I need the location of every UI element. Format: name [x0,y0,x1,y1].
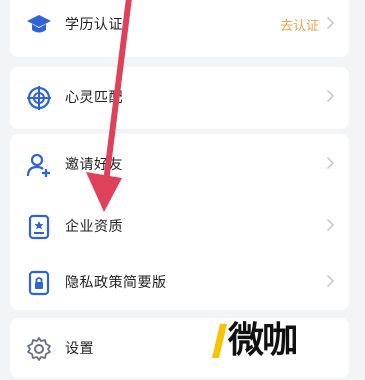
gear-icon [25,335,53,363]
menu-item-label: 设置 [65,341,94,357]
menu-item-label: 隐私政策简要版 [65,275,167,291]
menu-item-soul-match[interactable]: 心灵匹配 [10,67,349,129]
lock-doc-icon [25,269,53,297]
menu-item-label: 心灵匹配 [65,90,123,106]
menu-item-label: 企业资质 [65,219,123,235]
watermark-logo: 微咖 [210,318,330,364]
certificate-icon [25,213,53,241]
card-soul-match: 心灵匹配 [10,67,349,129]
menu-item-education[interactable]: 学历认证 去认证 [10,0,349,56]
menu-item-enterprise[interactable]: 企业资质 [10,196,349,258]
chevron-right-icon [326,218,335,232]
verify-link[interactable]: 去认证 [280,15,319,34]
card-education: 学历认证 去认证 [10,0,349,57]
chevron-right-icon [326,274,335,288]
menu-item-privacy[interactable]: 隐私政策简要版 [10,252,349,314]
chevron-right-icon [326,89,335,103]
graduation-cap-icon [25,11,53,39]
menu-item-label: 学历认证 [65,17,123,33]
chevron-right-icon [326,156,335,170]
user-plus-icon [25,151,53,179]
logo-mark-icon [210,322,228,360]
card-group: 邀请好友 企业资质 隐私政策简要版 [10,134,349,310]
menu-item-invite[interactable]: 邀请好友 [10,134,349,196]
compass-icon [25,84,53,112]
chevron-right-icon [326,16,335,30]
menu-item-label: 邀请好友 [65,157,123,173]
watermark-text: 微咖 [228,320,298,361]
